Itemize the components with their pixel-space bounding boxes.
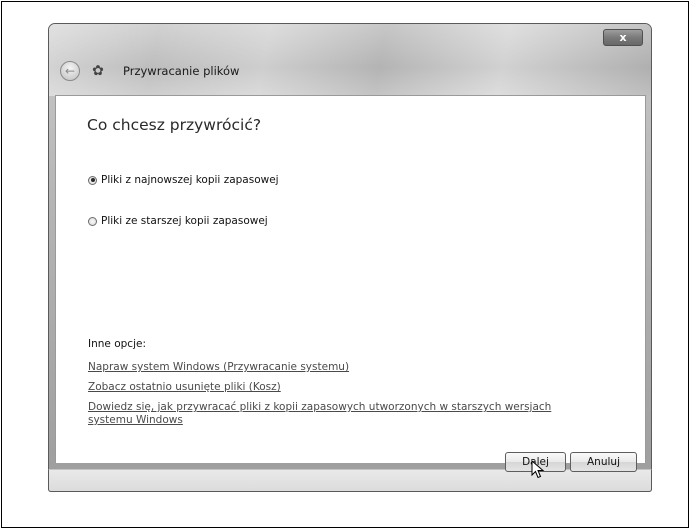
link-recycle-bin[interactable]: Zobacz ostatnio usunięte pliki (Kosz) [88,381,558,394]
option-older-backup[interactable]: Pliki ze starszej kopii zapasowej [88,215,268,227]
other-options-label: Inne opcje: [88,338,146,350]
dialog-window: x ← ✿ Przywracanie plików Co chcesz przy… [48,23,652,492]
option-label: Pliki z najnowszej kopii zapasowej [101,174,279,186]
option-latest-backup[interactable]: Pliki z najnowszej kopii zapasowej [88,174,279,186]
radio-button[interactable] [88,216,97,226]
link-older-windows-backups[interactable]: Dowiedz się, jak przywracać pliki z kopi… [88,401,558,427]
dialog-footer [48,469,652,492]
content-panel: Co chcesz przywrócić? Pliki z najnowszej… [55,95,646,463]
window-title: Przywracanie plików [123,64,240,78]
option-label: Pliki ze starszej kopii zapasowej [101,215,268,227]
radio-button-checked[interactable] [88,175,97,185]
cancel-button[interactable]: Anuluj [570,452,637,472]
restore-files-icon: ✿ [92,63,104,79]
back-arrow-icon[interactable]: ← [60,61,80,81]
page-heading: Co chcesz przywrócić? [87,116,262,134]
link-system-restore[interactable]: Napraw system Windows (Przywracanie syst… [88,361,558,374]
mouse-cursor-icon [531,460,545,479]
title-bar [49,24,651,96]
close-icon[interactable]: x [603,29,643,46]
